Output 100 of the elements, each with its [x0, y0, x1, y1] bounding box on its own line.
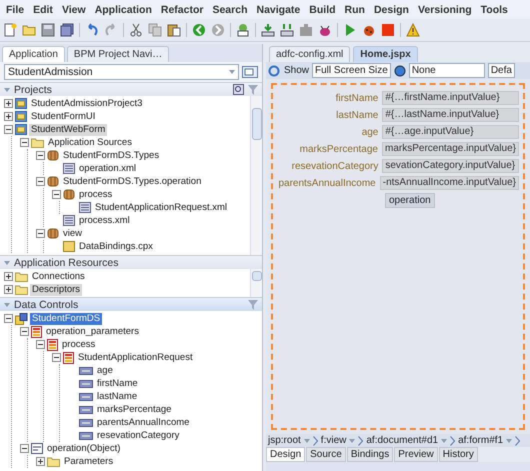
- menu-item[interactable]: Refactor: [160, 4, 204, 16]
- input-field[interactable]: marksPercentage.inputValue}: [382, 142, 519, 156]
- show-menu-button[interactable]: Show: [284, 65, 310, 76]
- menu-item[interactable]: Versioning: [418, 4, 472, 16]
- input-field[interactable]: -ntsAnnualIncome.inputValue}: [380, 176, 519, 190]
- panel-tab[interactable]: BPM Project Navi…: [66, 46, 170, 62]
- tree-node[interactable]: process: [77, 188, 114, 200]
- tree-node[interactable]: operation_parameters: [44, 326, 141, 338]
- tree-node[interactable]: StudentFormUI: [29, 110, 98, 122]
- collapse-icon[interactable]: [36, 151, 45, 160]
- search-icon[interactable]: [233, 84, 244, 95]
- collapse-icon[interactable]: [4, 125, 13, 134]
- tree-node[interactable]: view: [61, 228, 84, 240]
- collapse-icon[interactable]: [36, 177, 45, 186]
- tree-node[interactable]: StudentApplicationRequest: [76, 352, 195, 364]
- panel-header-bar[interactable]: Application Resources: [0, 255, 262, 269]
- run-icon[interactable]: [343, 23, 357, 37]
- tree-node[interactable]: parentsAnnualIncome: [95, 416, 192, 428]
- collapse-icon[interactable]: [20, 444, 29, 453]
- tree-node[interactable]: StudentWebForm: [29, 124, 108, 136]
- expand-icon[interactable]: [4, 272, 13, 281]
- tree-node[interactable]: DataBindings.cpx: [77, 240, 155, 252]
- menu-item[interactable]: View: [62, 4, 86, 16]
- collapse-icon[interactable]: [52, 190, 61, 199]
- tree-node[interactable]: Descriptors: [30, 284, 82, 296]
- tree-node[interactable]: process: [60, 338, 98, 350]
- save-icon[interactable]: [41, 23, 55, 37]
- menu-item[interactable]: Edit: [33, 4, 53, 16]
- collapse-icon[interactable]: [36, 340, 45, 349]
- input-field[interactable]: #{…firstName.inputValue}: [382, 91, 519, 105]
- editor-tab[interactable]: Home.jspx: [353, 46, 418, 62]
- field-label: firstName: [334, 92, 378, 104]
- menu-item[interactable]: Run: [344, 4, 365, 16]
- tree-node[interactable]: resevationCategory: [95, 430, 182, 442]
- tree-node[interactable]: StudentFormDS.Types.operation: [61, 176, 204, 188]
- panel-tab[interactable]: Application: [2, 46, 65, 62]
- tree-node[interactable]: StudentAdmissionProject3: [29, 98, 144, 110]
- tree-node[interactable]: lastName: [95, 390, 140, 402]
- collapse-icon[interactable]: [52, 353, 61, 362]
- menu-item[interactable]: Application: [94, 4, 152, 16]
- save-all-icon[interactable]: [60, 23, 74, 37]
- menu-item[interactable]: Tools: [480, 4, 508, 16]
- view-tab[interactable]: Design: [266, 447, 306, 462]
- back-icon[interactable]: [192, 23, 206, 37]
- open-folder-icon[interactable]: [22, 23, 36, 37]
- tree-node[interactable]: Connections: [30, 270, 87, 282]
- input-field[interactable]: sevationCategory.inputValue}: [382, 159, 519, 173]
- input-field[interactable]: #{…lastName.inputValue}: [382, 108, 519, 122]
- tree-node[interactable]: StudentApplicationRequest.xml: [93, 202, 230, 214]
- operation-button[interactable]: operation: [385, 193, 435, 208]
- tree-node[interactable]: process.xml: [77, 214, 132, 226]
- scrollbar[interactable]: [250, 269, 262, 297]
- menu-item[interactable]: File: [6, 4, 24, 16]
- editor-tab[interactable]: adfc-config.xml: [269, 46, 350, 62]
- download-icon[interactable]: [261, 23, 275, 37]
- panel-header-bar[interactable]: Projects: [0, 82, 262, 96]
- view-tab[interactable]: Bindings: [346, 447, 394, 462]
- tree-node[interactable]: operation(Object): [45, 442, 122, 454]
- warning-icon[interactable]: [406, 23, 420, 37]
- breadcrumb-item[interactable]: f:view: [320, 435, 346, 446]
- expand-icon[interactable]: [4, 99, 13, 108]
- input-field[interactable]: #{…age.inputValue}: [382, 125, 519, 139]
- tree-node[interactable]: marksPercentage: [95, 404, 174, 416]
- collapse-icon[interactable]: [4, 314, 13, 323]
- tree-node[interactable]: StudentFormDS.Types: [61, 150, 162, 162]
- collapse-icon[interactable]: [20, 327, 29, 336]
- skin-dropdown[interactable]: None: [408, 63, 485, 78]
- application-dropdown[interactable]: StudentAdmission: [4, 64, 239, 80]
- project-folder-icon: [15, 111, 27, 122]
- cut-icon[interactable]: [129, 23, 143, 37]
- bug-icon[interactable]: [318, 23, 332, 37]
- screen-size-dropdown[interactable]: Full Screen Size: [312, 63, 391, 78]
- tree-node[interactable]: firstName: [95, 378, 140, 390]
- stop-icon[interactable]: [381, 23, 395, 37]
- breadcrumb-item[interactable]: af:document#d1: [366, 435, 438, 446]
- view-tab[interactable]: History: [438, 447, 478, 462]
- new-file-icon[interactable]: [3, 23, 17, 37]
- breadcrumb-item[interactable]: af:form#f1: [458, 435, 504, 446]
- tree-node[interactable]: age: [95, 364, 115, 376]
- tree-node[interactable]: Application Sources: [46, 136, 134, 148]
- paste-icon[interactable]: [167, 23, 181, 37]
- breadcrumb-item[interactable]: jsp:root: [268, 435, 301, 446]
- menu-item[interactable]: Design: [374, 4, 409, 16]
- window-icon[interactable]: [242, 66, 258, 78]
- menu-item[interactable]: Navigate: [256, 4, 300, 16]
- tree-node[interactable]: Parameters: [62, 456, 116, 468]
- tree-node[interactable]: operation.xml: [77, 162, 138, 174]
- collapse-icon[interactable]: [20, 138, 29, 147]
- view-tab[interactable]: Preview: [394, 447, 438, 462]
- expand-icon[interactable]: [36, 457, 45, 466]
- collapse-icon[interactable]: [36, 229, 45, 238]
- dropdown[interactable]: Defa: [488, 63, 515, 78]
- scrollbar[interactable]: [250, 96, 262, 255]
- expand-icon[interactable]: [4, 285, 13, 294]
- panel-header-bar[interactable]: Data Controls: [0, 297, 262, 311]
- view-tab[interactable]: Source: [306, 447, 346, 462]
- menu-item[interactable]: Build: [309, 4, 336, 16]
- tree-node[interactable]: StudentFormDS: [30, 312, 102, 324]
- menu-item[interactable]: Search: [212, 4, 248, 16]
- expand-icon[interactable]: [4, 112, 13, 121]
